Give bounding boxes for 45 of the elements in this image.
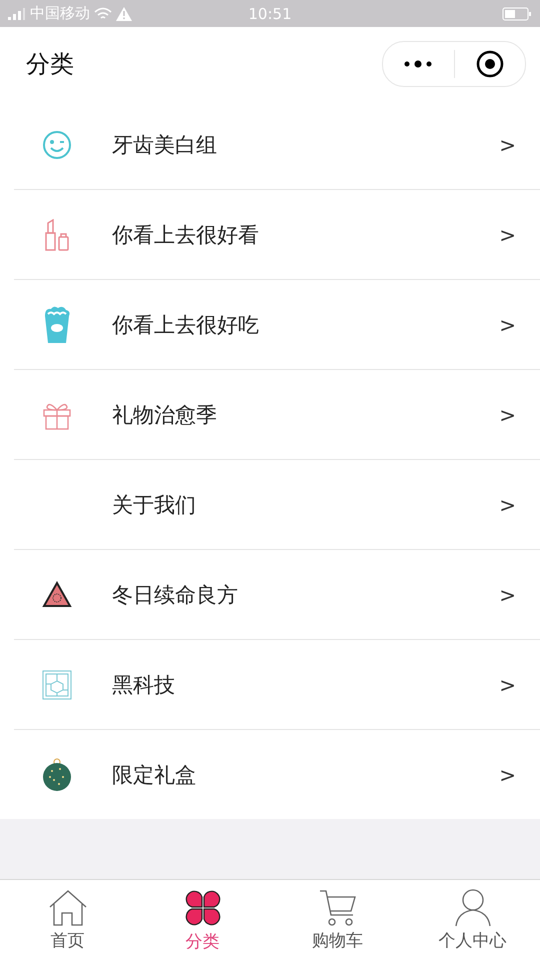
category-label: 你看上去很好吃 <box>112 312 260 338</box>
tab-item[interactable]: 首页 <box>0 880 135 960</box>
chevron: > <box>499 222 516 246</box>
chevron: > <box>499 582 516 606</box>
category-label: 礼物治愈季 <box>112 402 218 428</box>
tab-item[interactable]: 购物车 <box>270 880 405 960</box>
tab-item[interactable]: 个人中心 <box>405 880 540 960</box>
chevron: > <box>499 312 516 336</box>
category-row[interactable]: 冬日续命良方 > <box>14 549 540 639</box>
category-label: 冬日续命良方 <box>112 582 239 608</box>
chevron: > <box>499 132 516 156</box>
carrier-name: 中国移动 <box>30 4 90 23</box>
chevron: > <box>499 762 516 786</box>
category-label: 牙齿美白组 <box>112 132 218 158</box>
category-label: 关于我们 <box>112 492 197 518</box>
person-icon <box>452 888 492 926</box>
smiley-icon <box>42 130 72 160</box>
category-row[interactable]: 关于我们 > <box>14 459 540 549</box>
status-time: 10:51 <box>248 4 292 22</box>
cart-icon <box>318 888 358 926</box>
ornament-icon <box>42 758 72 792</box>
lipstick-icon <box>44 218 70 250</box>
popcorn-icon <box>43 306 71 344</box>
chevron: > <box>499 492 516 516</box>
warning-icon <box>116 6 132 20</box>
category-row[interactable]: 牙齿美白组 > <box>14 100 540 189</box>
category-label: 黑科技 <box>112 672 176 698</box>
category-label: 你看上去很好看 <box>112 222 260 248</box>
chevron: > <box>499 672 516 696</box>
category-row[interactable]: 礼物治愈季 > <box>14 369 540 459</box>
target-icon <box>476 50 504 78</box>
more-icon <box>403 60 434 68</box>
wifi-icon <box>94 6 112 20</box>
category-row[interactable]: 黑科技 > <box>14 639 540 729</box>
chevron: > <box>499 402 516 426</box>
home-icon <box>48 888 88 926</box>
circuit-icon <box>42 670 72 700</box>
category-row[interactable]: 你看上去很好吃 > <box>14 279 540 369</box>
warning-icon <box>42 581 72 608</box>
category-label: 限定礼盒 <box>112 762 197 788</box>
category-row[interactable]: 你看上去很好看 > <box>14 189 540 279</box>
signal-icon <box>8 8 26 20</box>
page-title: 分类 <box>26 48 74 80</box>
tab-item[interactable]: 分类 <box>135 880 270 960</box>
battery-icon <box>502 6 532 20</box>
